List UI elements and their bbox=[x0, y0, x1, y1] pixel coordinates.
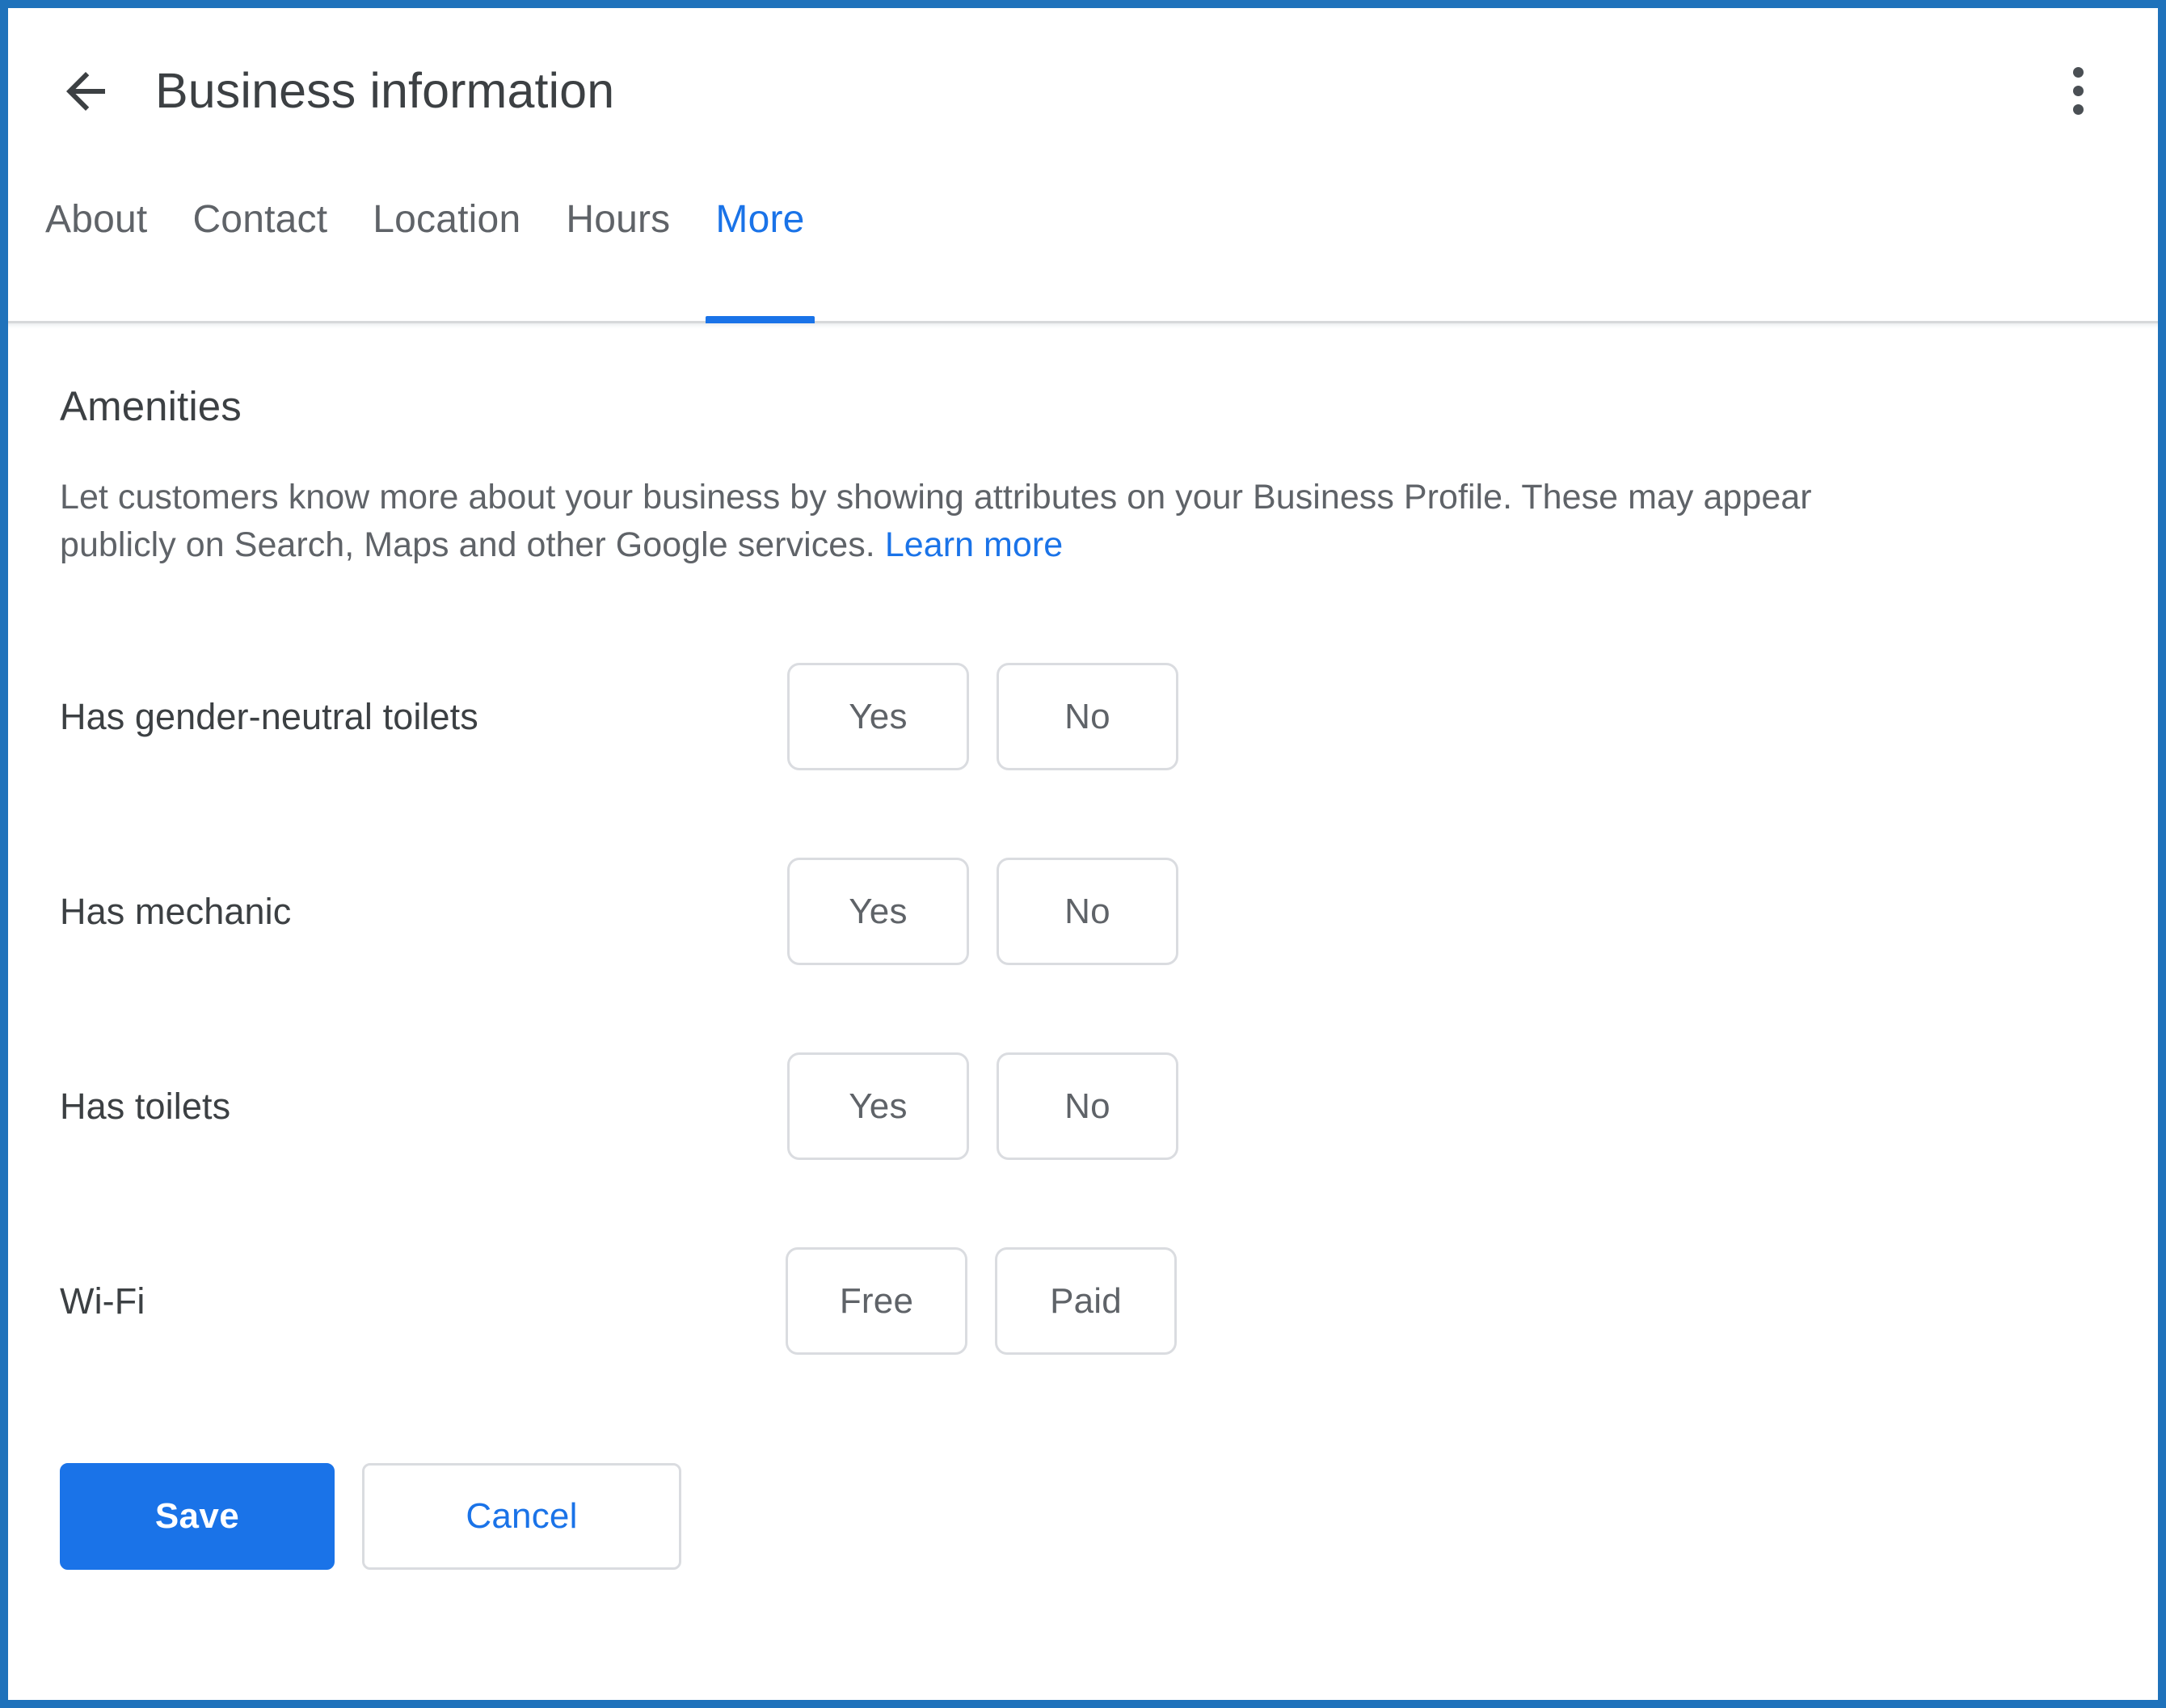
business-information-panel: Business information About Contact Locat… bbox=[0, 0, 2166, 1708]
action-buttons: Save Cancel bbox=[60, 1462, 2106, 1643]
attribute-row: Has gender-neutral toilets Yes No bbox=[60, 660, 2106, 774]
attribute-options: Yes No bbox=[787, 1052, 1178, 1161]
tab-more[interactable]: More bbox=[693, 174, 827, 323]
tab-bar: About Contact Location Hours More bbox=[8, 174, 2158, 323]
option-wifi-free[interactable]: Free bbox=[786, 1247, 967, 1356]
arrow-back-icon bbox=[57, 62, 115, 120]
menu-dot bbox=[2072, 104, 2084, 115]
option-gender-neutral-toilets-no[interactable]: No bbox=[997, 663, 1178, 771]
attribute-label-wifi: Wi-Fi bbox=[60, 1280, 145, 1322]
attribute-row: Has toilets Yes No bbox=[60, 1050, 2106, 1163]
tab-label: Hours bbox=[566, 198, 671, 241]
option-wifi-paid[interactable]: Paid bbox=[995, 1247, 1177, 1356]
tab-label: Contact bbox=[192, 198, 328, 241]
option-mechanic-yes[interactable]: Yes bbox=[787, 858, 969, 966]
option-toilets-yes[interactable]: Yes bbox=[787, 1052, 969, 1161]
tab-bar-divider bbox=[8, 323, 2158, 329]
tab-hours[interactable]: Hours bbox=[543, 174, 693, 323]
tab-label: More bbox=[715, 198, 805, 241]
attribute-label-toilets: Has toilets bbox=[60, 1086, 231, 1128]
tab-about[interactable]: About bbox=[23, 174, 170, 323]
attributes-list: Has gender-neutral toilets Yes No Has me… bbox=[60, 660, 2106, 1358]
option-mechanic-no[interactable]: No bbox=[997, 858, 1178, 966]
attribute-options: Free Paid bbox=[786, 1247, 1177, 1356]
attribute-row: Wi-Fi Free Paid bbox=[60, 1245, 2106, 1358]
menu-dot bbox=[2072, 67, 2084, 78]
save-button[interactable]: Save bbox=[60, 1462, 335, 1570]
tab-location[interactable]: Location bbox=[350, 174, 543, 323]
attribute-label-gender-neutral-toilets: Has gender-neutral toilets bbox=[60, 696, 478, 738]
attribute-options: Yes No bbox=[787, 663, 1178, 771]
option-toilets-no[interactable]: No bbox=[997, 1052, 1178, 1161]
tab-label: Location bbox=[373, 198, 521, 241]
back-button[interactable] bbox=[47, 53, 124, 130]
section-description: Let customers know more about your busin… bbox=[60, 474, 1886, 570]
learn-more-link[interactable]: Learn more bbox=[885, 525, 1063, 564]
attribute-options: Yes No bbox=[787, 858, 1178, 966]
more-vert-icon[interactable] bbox=[2043, 57, 2113, 126]
tab-contact[interactable]: Contact bbox=[170, 174, 350, 323]
page-title: Business information bbox=[155, 63, 615, 118]
tab-label: About bbox=[45, 198, 148, 241]
content-area: Amenities Let customers know more about … bbox=[8, 329, 2158, 1643]
attribute-label-mechanic: Has mechanic bbox=[60, 891, 292, 933]
option-gender-neutral-toilets-yes[interactable]: Yes bbox=[787, 663, 969, 771]
section-heading: Amenities bbox=[60, 383, 242, 429]
menu-dot bbox=[2072, 86, 2084, 96]
attribute-row: Has mechanic Yes No bbox=[60, 855, 2106, 968]
active-tab-indicator bbox=[706, 316, 815, 323]
header-bar: Business information bbox=[8, 8, 2158, 174]
cancel-button[interactable]: Cancel bbox=[362, 1462, 681, 1570]
